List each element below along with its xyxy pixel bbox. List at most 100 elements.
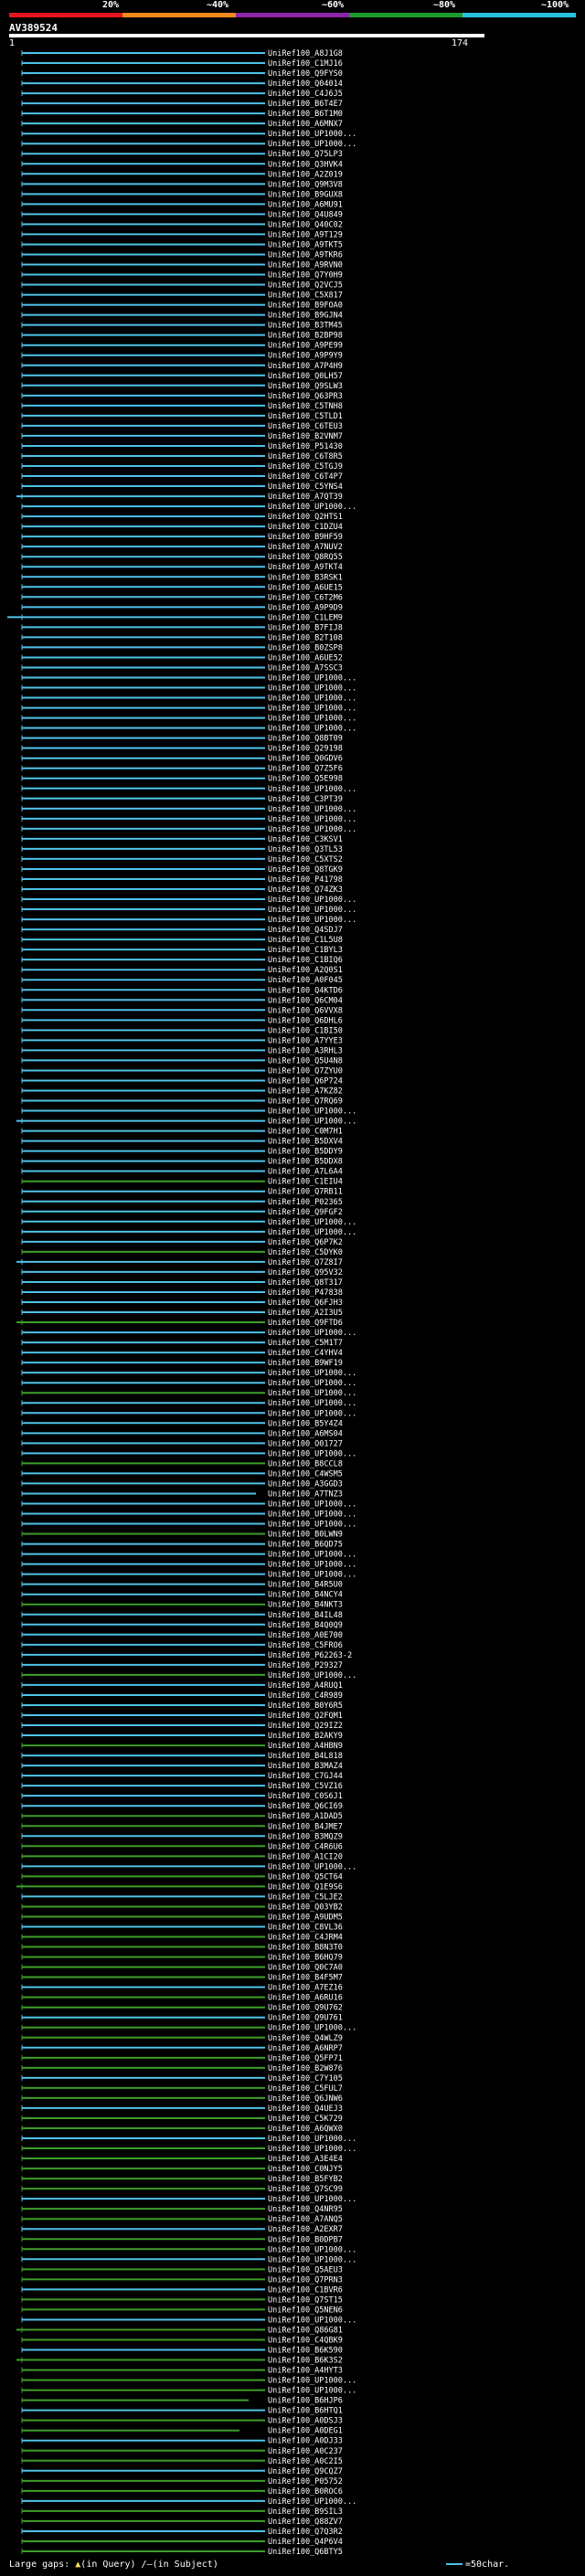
hit-label[interactable]: UniRef100_C1L5U8 <box>268 936 343 945</box>
hit-label[interactable]: UniRef100_UP1000... <box>268 916 356 925</box>
hit-label[interactable]: UniRef100_Q9U762 <box>268 2004 343 2013</box>
hit-label[interactable]: UniRef100_Q1E9S6 <box>268 1882 343 1892</box>
hit-label[interactable]: UniRef100_Q7PRN3 <box>268 2275 343 2284</box>
hit-label[interactable]: UniRef100_B8CCL8 <box>268 1459 343 1468</box>
hit-label[interactable]: UniRef100_Q4U849 <box>268 210 343 219</box>
hit-label[interactable]: UniRef100_A6UE15 <box>268 583 343 592</box>
hit-label[interactable]: UniRef100_A6RU16 <box>268 1994 343 2003</box>
hit-label[interactable]: UniRef100_B4Q0Q9 <box>268 1621 343 1630</box>
hit-label[interactable]: UniRef100_B0LWN9 <box>268 1531 343 1540</box>
hit-label[interactable]: UniRef100_UP1000... <box>268 674 356 684</box>
hit-label[interactable]: UniRef100_A9P9Y9 <box>268 352 343 361</box>
hit-label[interactable]: UniRef100_A6MNX7 <box>268 120 343 129</box>
hit-label[interactable]: UniRef100_A2Q0S1 <box>268 966 343 975</box>
hit-label[interactable]: UniRef100_A6UE52 <box>268 653 343 663</box>
hit-label[interactable]: UniRef100_C7GJ44 <box>268 1772 343 1781</box>
hit-label[interactable]: UniRef100_A9P9D9 <box>268 603 343 612</box>
hit-label[interactable]: UniRef100_B0DPB7 <box>268 2235 343 2244</box>
hit-label[interactable]: UniRef100_Q7Q3R2 <box>268 2528 343 2537</box>
hit-label[interactable]: UniRef100_UP1000... <box>268 1118 356 1127</box>
hit-label[interactable]: UniRef100_B5DDY9 <box>268 1148 343 1157</box>
hit-label[interactable]: UniRef100_C5X817 <box>268 292 343 301</box>
hit-label[interactable]: UniRef100_B3TM45 <box>268 322 343 331</box>
hit-label[interactable]: UniRef100_Q4WLZ9 <box>268 2034 343 2043</box>
hit-label[interactable]: UniRef100_C3KSV1 <box>268 835 343 844</box>
hit-label[interactable]: UniRef100_Q9FTD6 <box>268 1319 343 1328</box>
hit-label[interactable]: UniRef100_UP1000... <box>268 2497 356 2507</box>
hit-label[interactable]: UniRef100_Q7RB11 <box>268 1188 343 1197</box>
hit-label[interactable]: UniRef100_C0M7H1 <box>268 1128 343 1137</box>
hit-label[interactable]: UniRef100_A1DAD5 <box>268 1812 343 1821</box>
hit-label[interactable]: UniRef100_A7QT39 <box>268 493 343 502</box>
hit-label[interactable]: UniRef100_C6TEU3 <box>268 422 343 431</box>
hit-label[interactable]: UniRef100_A7EZ16 <box>268 1984 343 1993</box>
hit-label[interactable]: UniRef100_C5DYK0 <box>268 1248 343 1257</box>
hit-label[interactable]: UniRef100_B4NCY4 <box>268 1591 343 1600</box>
hit-label[interactable]: UniRef100_B5DDX8 <box>268 1158 343 1167</box>
hit-label[interactable]: UniRef100_A4HYT3 <box>268 2367 343 2376</box>
hit-label[interactable]: UniRef100_B6K590 <box>268 2347 343 2356</box>
hit-label[interactable]: UniRef100_UP1000... <box>268 1329 356 1338</box>
hit-label[interactable]: UniRef100_Q5FP71 <box>268 2054 343 2063</box>
hit-label[interactable]: UniRef100_C1BVR6 <box>268 2285 343 2295</box>
hit-label[interactable]: UniRef100_B8N3T0 <box>268 1944 343 1953</box>
hit-label[interactable]: UniRef100_O01727 <box>268 1439 343 1448</box>
hit-label[interactable]: UniRef100_A9TKR6 <box>268 250 343 260</box>
hit-label[interactable]: UniRef100_A4HBN9 <box>268 1742 343 1751</box>
hit-label[interactable]: UniRef100_UP1000... <box>268 1409 356 1418</box>
hit-label[interactable]: UniRef100_C8VL36 <box>268 1924 343 1933</box>
hit-label[interactable]: UniRef100_C5M1T7 <box>268 1339 343 1348</box>
hit-label[interactable]: UniRef100_UP1000... <box>268 684 356 694</box>
hit-label[interactable]: UniRef100_Q8BT09 <box>268 735 343 744</box>
hit-label[interactable]: UniRef100_UP1000... <box>268 1571 356 1580</box>
hit-label[interactable]: UniRef100_B4NKT3 <box>268 1601 343 1610</box>
hit-label[interactable]: UniRef100_Q6P724 <box>268 1076 343 1086</box>
hit-label[interactable]: UniRef100_C1BIQ6 <box>268 956 343 965</box>
hit-label[interactable]: UniRef100_Q7ST15 <box>268 2295 343 2305</box>
hit-label[interactable]: UniRef100_A7ANQ5 <box>268 2215 343 2224</box>
hit-label[interactable]: UniRef100_C4R989 <box>268 1691 343 1701</box>
hit-label[interactable]: UniRef100_A0F045 <box>268 976 343 985</box>
hit-label[interactable]: UniRef100_C5FUL7 <box>268 2084 343 2094</box>
hit-label[interactable]: UniRef100_Q4NR95 <box>268 2205 343 2214</box>
hit-label[interactable]: UniRef100_B9FOA0 <box>268 302 343 311</box>
hit-label[interactable]: UniRef100_Q40C02 <box>268 220 343 229</box>
hit-label[interactable]: UniRef100_UP1000... <box>268 140 356 149</box>
hit-label[interactable]: UniRef100_A7NUV2 <box>268 543 343 552</box>
hit-label[interactable]: UniRef100_B6HTQ1 <box>268 2407 343 2416</box>
hit-label[interactable]: UniRef100_UP1000... <box>268 705 356 714</box>
hit-label[interactable]: UniRef100_UP1000... <box>268 1521 356 1530</box>
hit-label[interactable]: UniRef100_UP1000... <box>268 1671 356 1680</box>
hit-label[interactable]: UniRef100_A9RVN0 <box>268 261 343 270</box>
hit-label[interactable]: UniRef100_UP1000... <box>268 2135 356 2144</box>
hit-label[interactable]: UniRef100_B6T4E7 <box>268 100 343 109</box>
hit-label[interactable]: UniRef100_B9GJN4 <box>268 312 343 321</box>
hit-label[interactable]: UniRef100_C6T8R5 <box>268 452 343 461</box>
hit-label[interactable]: UniRef100_A9PE99 <box>268 342 343 351</box>
hit-label[interactable]: UniRef100_A9T129 <box>268 230 343 239</box>
hit-label[interactable]: UniRef100_Q7Y0H9 <box>268 271 343 281</box>
hit-label[interactable]: UniRef100_Q2FQM1 <box>268 1712 343 1721</box>
hit-label[interactable]: UniRef100_B4R5U0 <box>268 1581 343 1590</box>
hit-label[interactable]: UniRef100_UP1000... <box>268 715 356 724</box>
hit-label[interactable]: UniRef100_Q6BTY5 <box>268 2548 343 2557</box>
hit-label[interactable]: UniRef100_P29327 <box>268 1661 343 1670</box>
hit-label[interactable]: UniRef100_Q3TL53 <box>268 845 343 854</box>
hit-label[interactable]: UniRef100_A9TKT5 <box>268 240 343 249</box>
hit-label[interactable]: UniRef100_UP1000... <box>268 2255 356 2264</box>
hit-label[interactable]: UniRef100_C4YHV4 <box>268 1349 343 1358</box>
hit-label[interactable]: UniRef100_Q0GDV6 <box>268 755 343 764</box>
hit-label[interactable]: UniRef100_Q6FJH3 <box>268 1299 343 1308</box>
hit-label[interactable]: UniRef100_A6NRP7 <box>268 2044 343 2053</box>
hit-label[interactable]: UniRef100_B2T108 <box>268 633 343 642</box>
hit-label[interactable]: UniRef100_Q9CQZ7 <box>268 2467 343 2476</box>
hit-label[interactable]: UniRef100_Q75LP3 <box>268 150 343 159</box>
hit-label[interactable]: UniRef100_B0ZSP8 <box>268 643 343 652</box>
hit-label[interactable]: UniRef100_Q7Z5F6 <box>268 765 343 774</box>
hit-label[interactable]: UniRef100_UP1000... <box>268 725 356 734</box>
hit-label[interactable]: UniRef100_A2I3U5 <box>268 1309 343 1318</box>
hit-label[interactable]: UniRef100_B6HJP6 <box>268 2397 343 2406</box>
hit-label[interactable]: UniRef100_B5Y4Z4 <box>268 1419 343 1428</box>
hit-label[interactable]: UniRef100_UP1000... <box>268 785 356 794</box>
hit-label[interactable]: UniRef100_C5FRO6 <box>268 1641 343 1650</box>
